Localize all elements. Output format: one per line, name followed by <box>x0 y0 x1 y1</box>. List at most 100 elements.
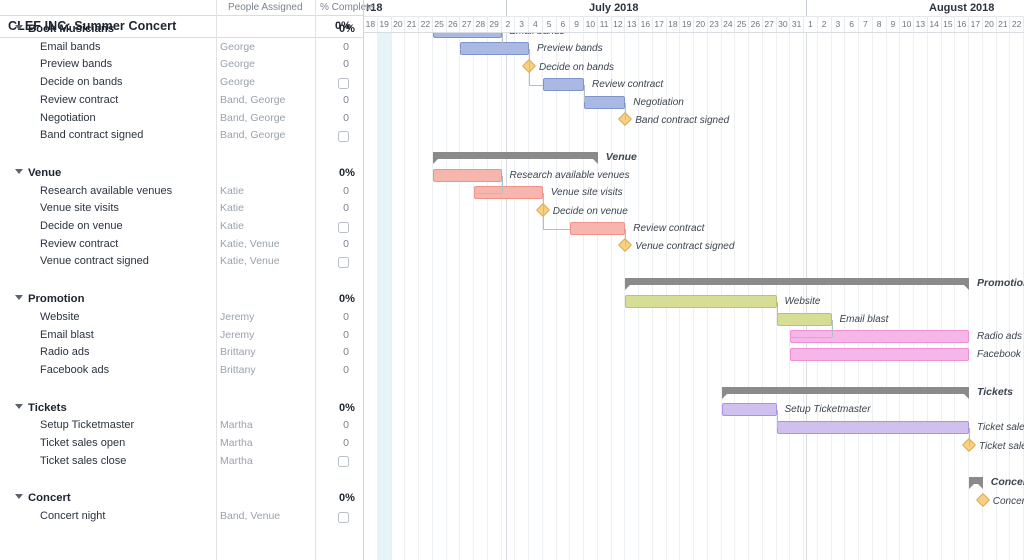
day-header-cell[interactable]: 20 <box>694 16 708 32</box>
task-row-0-5[interactable]: Band contract signedBand, George <box>0 128 364 146</box>
task-row-2-1[interactable]: Email blastJeremy0 <box>0 328 364 346</box>
day-header-cell[interactable]: 25 <box>735 16 749 32</box>
percent-complete-value[interactable]: 0% <box>339 402 353 414</box>
day-header-cell[interactable]: 5 <box>543 16 557 32</box>
percent-complete-value[interactable]: 0 <box>339 238 353 250</box>
percent-complete-value[interactable]: 0 <box>339 185 353 197</box>
summary-bar[interactable] <box>625 278 969 285</box>
percent-complete-value[interactable]: 0 <box>339 364 353 376</box>
percent-complete-checkbox[interactable] <box>338 456 349 467</box>
day-header-cell[interactable]: 6 <box>845 16 859 32</box>
percent-complete-value[interactable]: 0 <box>339 437 353 449</box>
task-bar[interactable] <box>777 421 970 434</box>
day-header-cell[interactable]: 10 <box>584 16 598 32</box>
group-row-0[interactable]: Book Musicians0% <box>0 22 364 40</box>
people-assigned-value[interactable]: George <box>220 41 255 53</box>
day-header-cell[interactable]: 28 <box>474 16 488 32</box>
task-bar[interactable] <box>625 295 776 308</box>
people-assigned-value[interactable]: Band, Venue <box>220 510 280 522</box>
percent-complete-checkbox[interactable] <box>338 257 349 268</box>
day-header-cell[interactable]: 26 <box>749 16 763 32</box>
percent-complete-value[interactable]: 0 <box>339 202 353 214</box>
percent-complete-value[interactable]: 0% <box>339 492 353 504</box>
task-bar[interactable] <box>433 169 502 182</box>
day-header-cell[interactable]: 29 <box>488 16 502 32</box>
task-row-0-2[interactable]: Decide on bandsGeorge <box>0 75 364 93</box>
task-bar[interactable] <box>777 313 832 326</box>
day-header-cell[interactable]: 24 <box>722 16 736 32</box>
day-header-cell[interactable]: 9 <box>570 16 584 32</box>
people-assigned-value[interactable]: George <box>220 76 255 88</box>
summary-bar[interactable] <box>722 387 970 394</box>
day-header-cell[interactable]: 2 <box>818 16 832 32</box>
day-header-cell[interactable]: 3 <box>832 16 846 32</box>
task-row-3-1[interactable]: Ticket sales openMartha0 <box>0 436 364 454</box>
day-header-cell[interactable]: 26 <box>447 16 461 32</box>
task-bar[interactable] <box>543 78 584 91</box>
day-header-cell[interactable]: 3 <box>515 16 529 32</box>
collapse-caret-icon[interactable] <box>15 25 23 30</box>
day-header-cell[interactable]: 18 <box>667 16 681 32</box>
percent-complete-value[interactable]: 0 <box>339 112 353 124</box>
summary-bar[interactable] <box>433 152 598 159</box>
day-header-cell[interactable]: 16 <box>639 16 653 32</box>
percent-complete-checkbox[interactable] <box>338 222 349 233</box>
day-header-cell[interactable]: 2 <box>502 16 516 32</box>
day-header-cell[interactable]: 14 <box>928 16 942 32</box>
column-header-percent-complete[interactable]: % Complete <box>320 2 374 13</box>
day-header-cell[interactable]: 4 <box>529 16 543 32</box>
day-header-cell[interactable]: 7 <box>859 16 873 32</box>
day-header-cell[interactable]: 18 <box>364 16 378 32</box>
task-row-0-0[interactable]: Email bandsGeorge0 <box>0 40 364 58</box>
day-header-cell[interactable]: 8 <box>873 16 887 32</box>
task-row-3-0[interactable]: Setup TicketmasterMartha0 <box>0 418 364 436</box>
people-assigned-value[interactable]: Katie, Venue <box>220 238 280 250</box>
collapse-caret-icon[interactable] <box>15 494 23 499</box>
collapse-caret-icon[interactable] <box>15 295 23 300</box>
percent-complete-value[interactable]: 0 <box>339 419 353 431</box>
people-assigned-value[interactable]: George <box>220 58 255 70</box>
day-header-cell[interactable]: 17 <box>653 16 667 32</box>
group-row-2[interactable]: Promotion0% <box>0 292 364 310</box>
day-header-cell[interactable]: 15 <box>942 16 956 32</box>
group-row-1[interactable]: Venue0% <box>0 166 364 184</box>
task-row-1-2[interactable]: Decide on venueKatie <box>0 219 364 237</box>
percent-complete-value[interactable]: 0 <box>339 41 353 53</box>
day-header-cell[interactable]: 23 <box>708 16 722 32</box>
percent-complete-value[interactable]: 0 <box>339 94 353 106</box>
day-header-cell[interactable]: 11 <box>598 16 612 32</box>
panel-divider[interactable] <box>363 0 364 560</box>
people-assigned-value[interactable]: Brittany <box>220 346 256 358</box>
day-header-cell[interactable]: 10 <box>900 16 914 32</box>
task-bar[interactable] <box>584 96 625 109</box>
percent-complete-checkbox[interactable] <box>338 78 349 89</box>
people-assigned-value[interactable]: Katie <box>220 202 244 214</box>
people-assigned-value[interactable]: Band, George <box>220 94 285 106</box>
day-header-cell[interactable]: 6 <box>557 16 571 32</box>
day-header-cell[interactable]: 16 <box>955 16 969 32</box>
percent-complete-checkbox[interactable] <box>338 512 349 523</box>
task-row-2-0[interactable]: WebsiteJeremy0 <box>0 310 364 328</box>
day-header-cell[interactable]: 17 <box>969 16 983 32</box>
people-assigned-value[interactable]: Jeremy <box>220 311 254 323</box>
task-row-2-3[interactable]: Facebook adsBrittany0 <box>0 363 364 381</box>
task-row-1-1[interactable]: Venue site visitsKatie0 <box>0 201 364 219</box>
day-header-cell[interactable]: 19 <box>378 16 392 32</box>
people-assigned-value[interactable]: Katie <box>220 185 244 197</box>
people-assigned-value[interactable]: Martha <box>220 455 253 467</box>
day-header-cell[interactable]: 21 <box>997 16 1011 32</box>
day-header-cell[interactable]: 21 <box>405 16 419 32</box>
day-header-cell[interactable]: 22 <box>1010 16 1024 32</box>
column-header-people-assigned[interactable]: People Assigned <box>228 2 303 13</box>
day-header-cell[interactable]: 1 <box>804 16 818 32</box>
task-bar[interactable] <box>722 403 777 416</box>
task-row-1-3[interactable]: Review contractKatie, Venue0 <box>0 237 364 255</box>
day-header-cell[interactable]: 22 <box>419 16 433 32</box>
percent-complete-checkbox[interactable] <box>338 131 349 142</box>
people-assigned-value[interactable]: Band, George <box>220 129 285 141</box>
people-assigned-value[interactable]: Martha <box>220 437 253 449</box>
day-header-cell[interactable]: 27 <box>763 16 777 32</box>
day-header-cell[interactable]: 12 <box>612 16 626 32</box>
collapse-caret-icon[interactable] <box>15 404 23 409</box>
task-row-1-4[interactable]: Venue contract signedKatie, Venue <box>0 254 364 272</box>
